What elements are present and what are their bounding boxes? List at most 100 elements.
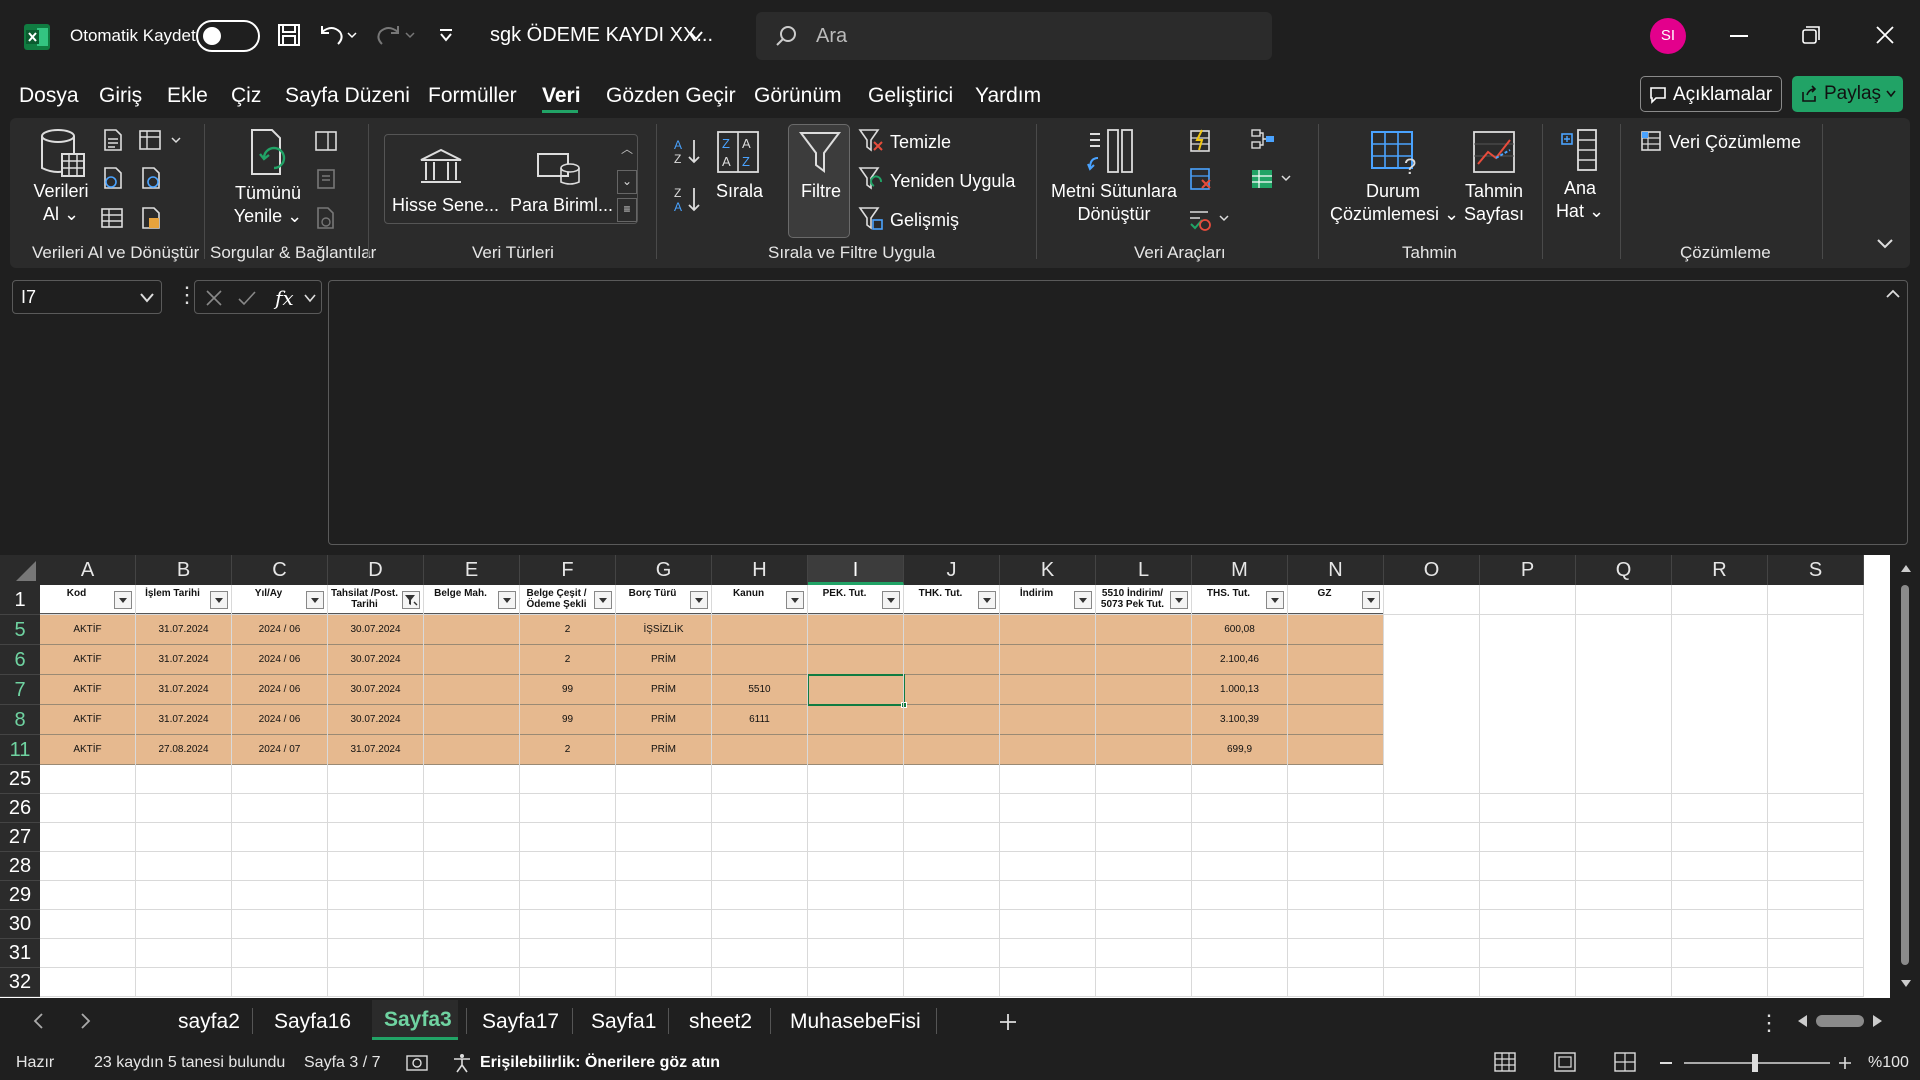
filter-dropdown-icon[interactable] — [1170, 591, 1188, 609]
what-if-analysis-icon[interactable]: ? — [1370, 130, 1420, 176]
reapply-icon[interactable] — [858, 166, 884, 192]
sheet-tab-sayfa1[interactable]: Sayfa1 — [591, 1010, 656, 1034]
table-cell[interactable]: 2024 / 06 — [232, 675, 328, 705]
filter-dropdown-icon[interactable] — [306, 591, 324, 609]
table-cell[interactable]: 2024 / 07 — [232, 735, 328, 765]
zoom-slider-thumb[interactable] — [1752, 1054, 1758, 1072]
scroll-tabs-left-icon[interactable] — [32, 1012, 44, 1030]
table-cell[interactable]: AKTİF — [40, 645, 136, 675]
table-cell[interactable] — [1096, 705, 1192, 735]
table-cell[interactable] — [424, 675, 520, 705]
page-break-preview-icon[interactable] — [1614, 1052, 1636, 1072]
column-header-k[interactable]: K — [1000, 555, 1096, 585]
remove-duplicates-icon[interactable] — [1188, 166, 1214, 192]
filter-dropdown-icon[interactable] — [882, 591, 900, 609]
table-cell[interactable] — [424, 735, 520, 765]
sort-descending-icon[interactable]: ZA — [672, 184, 702, 214]
row-header[interactable]: 29 — [0, 881, 40, 910]
table-cell[interactable]: 31.07.2024 — [136, 615, 232, 645]
row-header[interactable]: 31 — [0, 939, 40, 968]
table-cell[interactable] — [1096, 615, 1192, 645]
from-table-icon[interactable] — [100, 206, 124, 230]
filter-button[interactable]: Filtre — [788, 124, 850, 238]
column-header-e[interactable]: E — [424, 555, 520, 585]
sort-icon[interactable]: ZAAZ — [716, 130, 760, 174]
table-cell[interactable]: AKTİF — [40, 705, 136, 735]
what-if-analysis-button[interactable]: Durum Çözümlemesi ⌄ — [1330, 180, 1459, 226]
text-to-columns-button[interactable]: Metni Sütunlara Dönüştür — [1050, 180, 1178, 226]
zoom-out-icon[interactable] — [1660, 1062, 1672, 1064]
row-header[interactable]: 28 — [0, 852, 40, 881]
table-cell[interactable] — [712, 645, 808, 675]
restore-icon[interactable] — [1802, 26, 1820, 44]
row-header[interactable]: 26 — [0, 794, 40, 823]
table-cell[interactable]: PRİM — [616, 645, 712, 675]
table-cell[interactable]: 1.000,13 — [1192, 675, 1288, 705]
table-cell[interactable] — [808, 735, 904, 765]
minimize-icon[interactable] — [1730, 35, 1748, 37]
table-cell[interactable] — [1288, 705, 1384, 735]
data-analysis-icon[interactable] — [1640, 130, 1662, 152]
clear-button[interactable]: Temizle — [890, 131, 951, 154]
add-sheet-icon[interactable] — [998, 1012, 1018, 1032]
chevron-down-icon[interactable] — [303, 293, 317, 303]
table-cell[interactable]: 6111 — [712, 705, 808, 735]
cancel-icon[interactable] — [205, 289, 223, 307]
table-cell[interactable]: AKTİF — [40, 675, 136, 705]
scroll-down-icon[interactable] — [1900, 979, 1912, 989]
zoom-level[interactable]: %100 — [1868, 1054, 1909, 1072]
column-header-r[interactable]: R — [1672, 555, 1768, 585]
consolidate-icon[interactable] — [1250, 128, 1276, 150]
column-header-q[interactable]: Q — [1576, 555, 1672, 585]
insert-function-icon[interactable]: fx — [275, 286, 294, 310]
column-header-m[interactable]: M — [1192, 555, 1288, 585]
table-cell[interactable] — [712, 615, 808, 645]
table-cell[interactable] — [1096, 735, 1192, 765]
table-cell[interactable] — [808, 705, 904, 735]
currencies-icon[interactable] — [536, 150, 582, 188]
column-header-a[interactable]: A — [40, 555, 136, 585]
table-cell[interactable]: 30.07.2024 — [328, 645, 424, 675]
table-cell[interactable] — [904, 675, 1000, 705]
table-cell[interactable]: 30.07.2024 — [328, 705, 424, 735]
column-header-o[interactable]: O — [1384, 555, 1480, 585]
menu-ciz[interactable]: Çiz — [231, 84, 261, 108]
more-options-icon[interactable]: ⋮ — [1758, 1010, 1780, 1036]
accessibility-icon[interactable] — [452, 1053, 472, 1073]
table-cell[interactable] — [904, 705, 1000, 735]
column-header-p[interactable]: P — [1480, 555, 1576, 585]
table-cell[interactable] — [1000, 705, 1096, 735]
data-validation-icon[interactable] — [1188, 206, 1232, 232]
table-cell[interactable] — [904, 645, 1000, 675]
redo-icon[interactable] — [376, 22, 416, 48]
data-analysis-button[interactable]: Veri Çözümleme — [1669, 131, 1801, 154]
table-cell[interactable] — [1000, 675, 1096, 705]
filter-dropdown-icon[interactable] — [1362, 591, 1380, 609]
existing-connections-icon[interactable] — [140, 166, 164, 190]
row-header[interactable]: 11 — [0, 735, 40, 765]
column-header-j[interactable]: J — [904, 555, 1000, 585]
filter-dropdown-icon[interactable] — [786, 591, 804, 609]
table-cell[interactable] — [904, 735, 1000, 765]
menu-gozden-gecir[interactable]: Gözden Geçir — [606, 84, 736, 108]
get-data-icon[interactable] — [40, 128, 86, 180]
select-all-corner[interactable] — [0, 555, 40, 585]
sheet-tab-sayfa16[interactable]: Sayfa16 — [274, 1010, 351, 1034]
table-cell[interactable]: 31.07.2024 — [136, 675, 232, 705]
table-cell[interactable] — [808, 615, 904, 645]
row-header[interactable]: 8 — [0, 705, 40, 735]
save-icon[interactable] — [276, 22, 302, 48]
workbook-links-icon[interactable] — [314, 168, 338, 190]
document-title[interactable]: sgk ÖDEME KAYDI XX... — [490, 24, 713, 47]
table-cell[interactable] — [424, 705, 520, 735]
table-cell[interactable]: 31.07.2024 — [136, 705, 232, 735]
table-cell[interactable]: AKTİF — [40, 615, 136, 645]
column-header-i[interactable]: I — [808, 555, 904, 585]
zoom-in-icon[interactable] — [1838, 1056, 1852, 1070]
table-cell[interactable]: 31.07.2024 — [328, 735, 424, 765]
scroll-tabs-right-icon[interactable] — [80, 1012, 92, 1030]
status-accessibility[interactable]: Erişilebilirlik: Önerilere göz atın — [480, 1054, 720, 1072]
table-cell[interactable] — [1096, 645, 1192, 675]
queries-connections-icon[interactable] — [314, 130, 338, 152]
get-data-button[interactable]: Verileri Al ⌄ — [30, 180, 92, 226]
